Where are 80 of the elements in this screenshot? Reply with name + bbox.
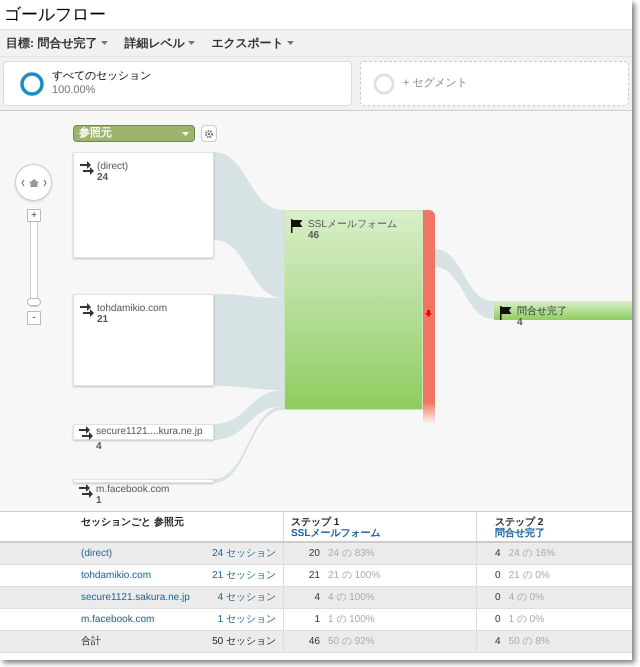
- ratio-cell-text: 4 の 0%: [508, 591, 544, 605]
- node-label: tohdamikio.com: [97, 303, 168, 314]
- source-node[interactable]: secure1121....kura.ne.jp: [73, 424, 214, 440]
- drop-off-bar[interactable]: [423, 210, 435, 424]
- ratio-cell-text: 21 の 0%: [508, 569, 550, 583]
- source-node[interactable]: tohdamikio.com 21: [73, 294, 214, 386]
- table-cell-text: 1: [313, 613, 320, 627]
- add-segment-button[interactable]: + セグメント: [360, 61, 629, 106]
- node-count: 4: [517, 317, 524, 328]
- ratio-cell-text: 50 の 8%: [508, 635, 550, 649]
- column-header: ステップ 1: [291, 517, 340, 528]
- sessions-cell-text: 1 セッション: [218, 613, 276, 627]
- table-cell-text: 21: [308, 569, 320, 583]
- step-link[interactable]: 問合せ完了: [495, 528, 632, 539]
- flag-icon: [499, 306, 512, 320]
- table-cell-text: 4: [495, 547, 501, 561]
- table-cell-text: 0: [495, 569, 501, 583]
- node-count: 21: [97, 314, 110, 325]
- toolbar-menu[interactable]: 目標: 問合せ完了: [6, 34, 108, 52]
- step-node[interactable]: [494, 301, 632, 320]
- zoom-out-button[interactable]: -: [27, 311, 41, 325]
- source-link[interactable]: (direct): [81, 546, 112, 561]
- segment-percent: 100.00%: [52, 84, 96, 98]
- node-label: secure1121....kura.ne.jp: [96, 426, 203, 437]
- arrows-icon: [80, 161, 94, 175]
- node-count: 46: [308, 230, 320, 241]
- table-cell-text: 20: [308, 547, 320, 561]
- node-label: m.facebook.com: [96, 484, 170, 495]
- table-cell-text: 46: [308, 635, 320, 649]
- ratio-cell-text: 50 の 92%: [328, 635, 375, 649]
- source-link[interactable]: m.facebook.com: [81, 612, 154, 627]
- column-header: ステップ 2: [495, 517, 544, 528]
- arrows-icon: [79, 426, 93, 440]
- pan-control[interactable]: [15, 164, 52, 201]
- ratio-cell-text: 4 の 100%: [328, 591, 375, 605]
- segment-card[interactable]: すべてのセッション 100.00%: [3, 61, 352, 106]
- ratio-cell-text: 1 の 0%: [508, 613, 544, 627]
- source-node[interactable]: (direct) 24: [73, 152, 214, 258]
- circle-icon: [372, 72, 395, 94]
- settings-button[interactable]: [201, 125, 217, 142]
- source-link[interactable]: tohdamikio.com: [81, 568, 152, 583]
- donut-icon: [20, 72, 44, 96]
- table-cell-text: 合計: [81, 634, 101, 649]
- step-node[interactable]: SSLメールフォーム 46: [284, 210, 423, 410]
- column-header: セッションごと 参照元: [81, 517, 185, 528]
- node-count: 4: [96, 441, 102, 452]
- segment-name: すべてのセッション: [52, 70, 151, 84]
- source-link[interactable]: secure1121.sakura.ne.jp: [81, 590, 190, 605]
- sessions-cell-text: 21 セッション: [212, 569, 276, 583]
- ratio-cell-text: 21 の 100%: [328, 569, 380, 583]
- flag-icon: [290, 219, 303, 233]
- node-label: 問合せ完了: [517, 306, 567, 317]
- ratio-cell-text: 24 の 16%: [508, 547, 556, 561]
- arrows-icon: [80, 303, 94, 317]
- ratio-cell-text: 1 の 100%: [328, 613, 375, 627]
- sessions-cell-text: 4 セッション: [218, 591, 276, 605]
- node-count: 24: [97, 172, 110, 183]
- table-cell-text: 4: [313, 591, 320, 605]
- home-icon: [20, 178, 46, 188]
- toolbar-menu[interactable]: エクスポート: [211, 34, 294, 52]
- drop-off-icon: [425, 310, 432, 317]
- toolbar-menu[interactable]: 詳細レベル: [124, 34, 196, 52]
- node-label: SSLメールフォーム: [308, 219, 397, 230]
- sessions-cell-text: 24 セッション: [212, 547, 276, 561]
- flow-band: [434, 249, 494, 319]
- step-link[interactable]: SSLメールフォーム: [291, 528, 476, 539]
- zoom-slider[interactable]: [30, 221, 38, 307]
- ratio-cell-text: 24 の 83%: [328, 547, 375, 561]
- zoom-in-button[interactable]: +: [27, 209, 41, 222]
- node-label: (direct): [97, 161, 128, 172]
- page-title: ゴールフロー: [4, 4, 106, 26]
- settings-icon: [204, 128, 214, 138]
- table-cell-text: 4: [495, 635, 501, 649]
- arrows-icon: [79, 484, 93, 498]
- node-count: 1: [96, 495, 103, 506]
- sessions-cell-text: 50 セッション: [212, 635, 276, 649]
- slider-thumb[interactable]: [27, 298, 41, 306]
- caret-icon: [182, 132, 189, 136]
- table-cell-text: 0: [495, 591, 501, 605]
- table-cell-text: 0: [495, 613, 501, 627]
